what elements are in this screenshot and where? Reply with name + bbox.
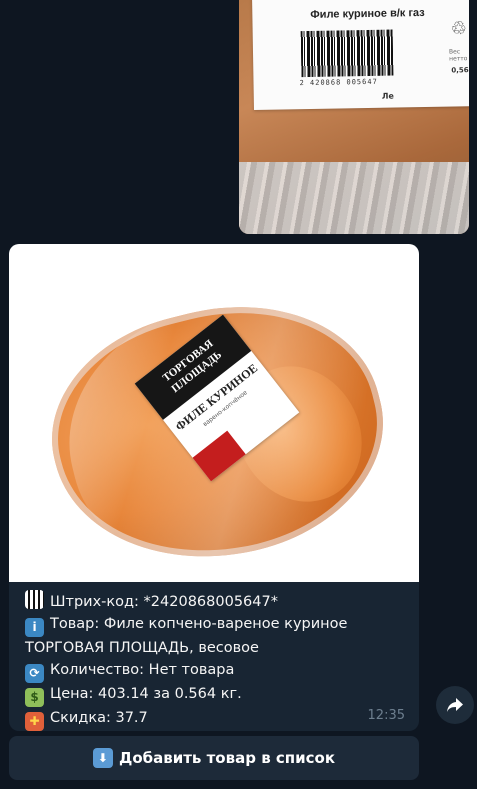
down-arrow-icon: ⬇	[92, 748, 113, 768]
price-text: Цена: 403.14 за 0.564 кг.	[50, 686, 242, 702]
product-text-line2: ТОРГОВАЯ ПЛОЩАДЬ, весовое	[25, 640, 259, 656]
sent-photo[interactable]: Филе куриное в/к газ 2 420868 005647 ♲ В…	[239, 0, 469, 234]
discount-row: ✚ Скидка: 37.7	[25, 707, 415, 731]
vendor-abbr: Ле	[381, 91, 394, 101]
message-time: 12:35	[367, 708, 405, 723]
info-icon: i	[25, 618, 44, 637]
money-icon: $	[25, 688, 44, 707]
message-caption: Штрих-код: *2420868005647* i Товар: Филе …	[25, 590, 415, 731]
quantity-text: Количество: Нет товара	[50, 662, 235, 678]
shelf-image	[239, 162, 469, 234]
weight-label: Вес нетто	[448, 48, 468, 63]
product-row: i Товар: Филе копчено-вареное куриное	[25, 613, 415, 637]
product-photo[interactable]: ТОРГОВАЯ ПЛОЩАДЬ ФИЛЕ КУРИНОЕ варено-коп…	[9, 244, 419, 599]
price-label: Филе куриное в/к газ 2 420868 005647 ♲ В…	[252, 0, 469, 110]
label-product-name: Филе куриное в/к газ	[310, 6, 425, 21]
barcode-image	[300, 29, 394, 78]
gift-icon: ✚	[25, 712, 44, 731]
price-row: $ Цена: 403.14 за 0.564 кг.	[25, 683, 415, 707]
sync-icon: ⟳	[25, 664, 44, 683]
share-icon	[447, 698, 463, 712]
recycle-icon: ♲	[450, 18, 467, 40]
discount-text: Скидка: 37.7	[50, 710, 148, 726]
barcode-row: Штрих-код: *2420868005647*	[25, 590, 415, 613]
product-row-cont: ТОРГОВАЯ ПЛОЩАДЬ, весовое	[25, 637, 415, 659]
barcode-digits: 2 420868 005647	[299, 77, 378, 88]
bot-message: ТОРГОВАЯ ПЛОЩАДЬ ФИЛЕ КУРИНОЕ варено-коп…	[9, 244, 419, 731]
share-button[interactable]	[436, 686, 474, 724]
quantity-row: ⟳ Количество: Нет товара	[25, 659, 415, 683]
add-to-list-label: Добавить товар в список	[118, 749, 336, 767]
weight-value: 0,564кг.	[451, 65, 469, 75]
product-text-line1: Товар: Филе копчено-вареное куриное	[50, 616, 348, 632]
barcode-text: Штрих-код: *2420868005647*	[50, 594, 278, 610]
piano-keys-icon	[25, 590, 44, 609]
add-to-list-button[interactable]: ⬇ Добавить товар в список	[9, 736, 419, 780]
